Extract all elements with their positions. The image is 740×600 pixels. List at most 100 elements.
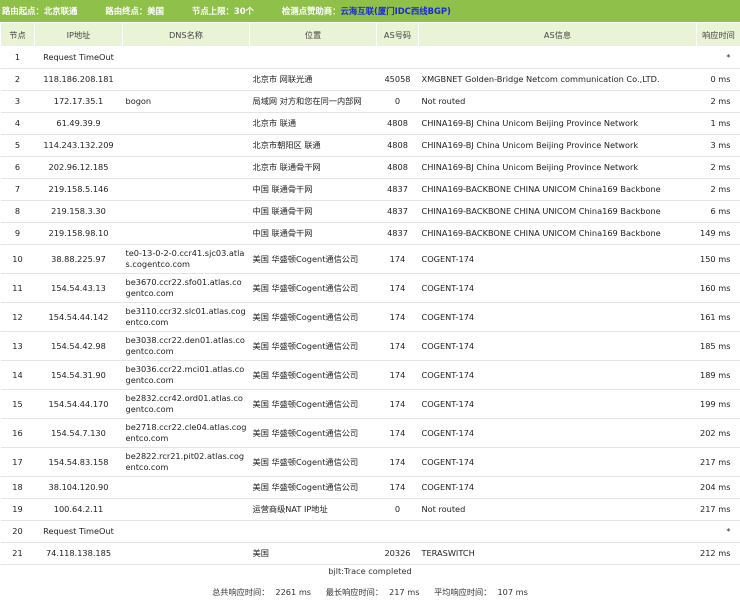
hop-cell: 20 [0,520,35,543]
location-cell [249,520,377,543]
asn-cell: 0 [376,90,419,113]
table-header-row: 节点 IP地址 DNS名称 位置 AS号码 AS信息 响应时间 [0,22,740,47]
hop-cell: 19 [0,498,35,521]
as-info-cell: COGENT-174 [418,389,697,419]
ip-cell: 219.158.3.30 [34,200,123,223]
col-dns: DNS名称 [122,22,250,47]
response-time-cell: 2 ms [696,156,740,179]
response-time-cell: * [696,46,740,69]
dns-cell [122,498,250,521]
ip-cell: 172.17.35.1 [34,90,123,113]
location-cell: 运营商级NAT IP地址 [249,498,377,521]
response-time-cell: 1 ms [696,112,740,135]
response-time-cell: 202 ms [696,418,740,448]
hop-cell: 5 [0,134,35,157]
dns-cell [122,520,250,543]
response-time-cell: 189 ms [696,360,740,390]
as-info-cell: COGENT-174 [418,244,697,274]
ip-cell: 154.54.43.13 [34,273,123,303]
col-response-time: 响应时间 [696,22,740,47]
table-row: 8 219.158.3.30 中国 联通骨干网 4837 CHINA169-BACKBO… [0,200,740,223]
hop-cell: 21 [0,542,35,565]
table-row: 7 219.158.5.146 中国 联通骨干网 4837 CHINA169-BACKB… [0,178,740,201]
hop-cell: 13 [0,331,35,361]
as-info-cell: TERASWITCH [418,542,697,565]
dns-cell: be3670.ccr22.sfo01.atlas.cogentco.com [122,273,250,303]
hop-cell: 17 [0,447,35,477]
dns-cell [122,476,250,499]
table-row: 6 202.96.12.185 北京市 联通骨干网 4808 CHINA169-BJ C… [0,156,740,179]
response-time-cell: 6 ms [696,200,740,223]
table-row: 11 154.54.43.13 be3670.ccr22.sfo01.atlas.c… [0,273,740,303]
location-cell: 美国 [249,542,377,565]
col-ip: IP地址 [34,22,123,47]
dns-cell [122,156,250,179]
hop-limit: 节点上限：30个 [192,6,254,16]
total-time-value: 2261 ms [275,587,312,597]
asn-cell: 174 [376,302,419,332]
table-row: 4 61.49.39.9 北京市 联通 4808 CHINA169-BJ China U… [0,112,740,135]
asn-cell: 174 [376,447,419,477]
as-info-cell: CHINA169-BACKBONE CHINA UNICOM China169 … [418,200,697,223]
ip-cell: 219.158.98.10 [34,222,123,245]
hop-cell: 6 [0,156,35,179]
hop-cell: 16 [0,418,35,448]
ip-cell: 74.118.138.185 [34,542,123,565]
col-hop: 节点 [0,22,35,47]
hop-cell: 3 [0,90,35,113]
hop-cell: 7 [0,178,35,201]
as-info-cell [418,46,697,69]
table-row: 14 154.54.31.90 be3036.ccr22.mci01.atlas.c… [0,360,740,390]
table-row: 9 219.158.98.10 中国 联通骨干网 4837 CHINA169-BACKB… [0,222,740,245]
response-time-cell: 204 ms [696,476,740,499]
response-time-cell: 149 ms [696,222,740,245]
summary-times: 总共响应时间： 2261 ms 最长响应时间： 217 ms 平均响应时间： 107 … [0,586,740,598]
dns-cell [122,46,250,69]
table-row: 18 38.104.120.90 美国 华盛顿Cogent通信公司 174 COGENT… [0,476,740,499]
max-time-value: 217 ms [389,587,420,597]
dns-cell: be2822.rcr21.pit02.atlas.cogentco.com [122,447,250,477]
ip-cell: 154.54.44.170 [34,389,123,419]
as-info-cell: CHINA169-BJ China Unicom Beijing Provinc… [418,112,697,135]
response-time-cell: 217 ms [696,447,740,477]
hop-cell: 18 [0,476,35,499]
hop-cell: 11 [0,273,35,303]
asn-cell: 0 [376,498,419,521]
traceroute-table: 节点 IP地址 DNS名称 位置 AS号码 AS信息 响应时间 1 Request… [0,22,740,565]
avg-time-label: 平均响应时间： [434,587,492,597]
response-time-cell: * [696,520,740,543]
col-location: 位置 [249,22,377,47]
dns-cell: be2832.ccr42.ord01.atlas.cogentco.com [122,389,250,419]
total-time-label: 总共响应时间： [212,587,270,597]
dns-cell: be3038.ccr22.den01.atlas.cogentco.com [122,331,250,361]
response-time-cell: 185 ms [696,331,740,361]
as-info-cell: CHINA169-BACKBONE CHINA UNICOM China169 … [418,178,697,201]
asn-cell: 4808 [376,156,419,179]
asn-cell: 4837 [376,178,419,201]
location-cell: 美国 华盛顿Cogent通信公司 [249,389,377,419]
as-info-cell: CHINA169-BACKBONE CHINA UNICOM China169 … [418,222,697,245]
hop-cell: 1 [0,46,35,69]
ip-cell: 114.243.132.209 [34,134,123,157]
avg-time-value: 107 ms [497,587,528,597]
response-time-cell: 0 ms [696,68,740,91]
col-asn: AS号码 [376,22,419,47]
location-cell: 北京市 联通骨干网 [249,156,377,179]
table-row: 3 172.17.35.1 bogon 局域网 对方和您在同一内部网 0 Not rout… [0,90,740,113]
ip-cell: 154.54.31.90 [34,360,123,390]
response-time-cell: 150 ms [696,244,740,274]
table-row: 1 Request TimeOut * [0,46,740,69]
ip-cell: Request TimeOut [34,520,123,543]
location-cell: 中国 联通骨干网 [249,200,377,223]
hop-cell: 9 [0,222,35,245]
sponsor-detail-link[interactable]: (厦门IDC西线BGP) [374,5,451,17]
as-info-cell: COGENT-174 [418,360,697,390]
sponsor-link[interactable]: 云海互联 [341,5,375,17]
table-row: 15 154.54.44.170 be2832.ccr42.ord01.atlas.… [0,389,740,419]
table-row: 19 100.64.2.11 运营商级NAT IP地址 0 Not routed 217 … [0,498,740,521]
dns-cell [122,200,250,223]
col-as-info: AS信息 [418,22,697,47]
response-time-cell: 2 ms [696,90,740,113]
dns-cell: te0-13-0-2-0.ccr41.sjc03.atlas.cogentco.… [122,244,250,274]
hop-cell: 12 [0,302,35,332]
